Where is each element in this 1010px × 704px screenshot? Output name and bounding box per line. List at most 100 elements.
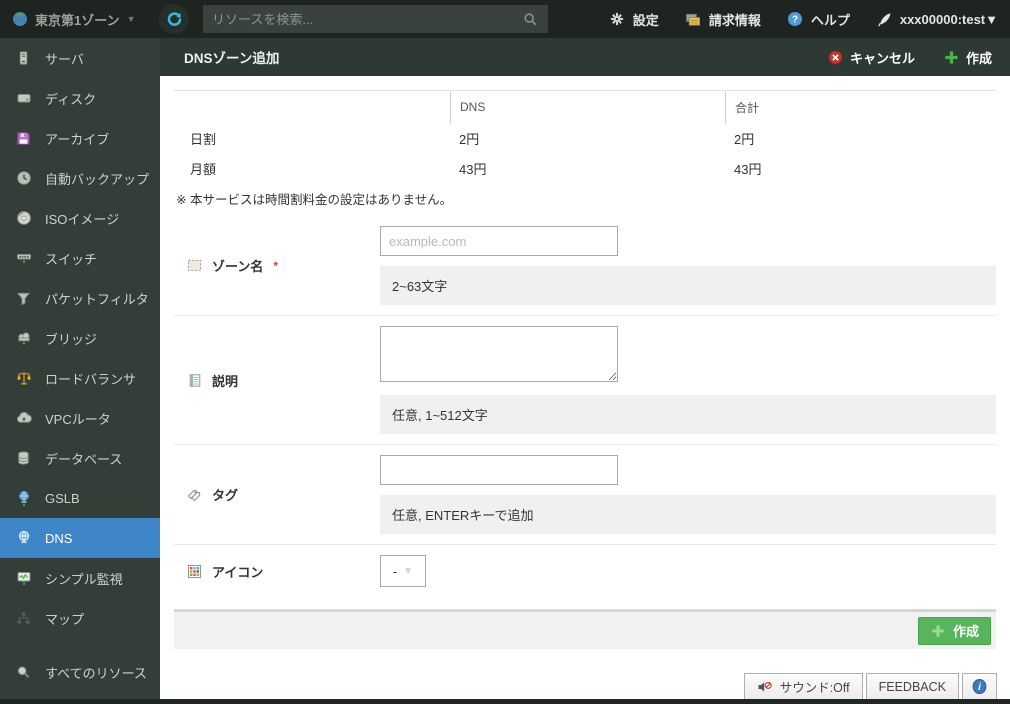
- sidebar-item-packet-filter[interactable]: パケットフィルタ: [0, 278, 160, 318]
- sidebar-item-label: ディスク: [45, 91, 97, 107]
- billing-icon: [685, 11, 702, 28]
- zone-name-label: ゾーン名 *: [174, 226, 380, 305]
- database-icon: [15, 450, 32, 467]
- sidebar-item-label: ISOイメージ: [45, 211, 120, 227]
- create-button-header[interactable]: 作成: [943, 48, 992, 67]
- sidebar-item-label: スイッチ: [45, 251, 98, 267]
- form-row-zone-name: ゾーン名* 2~63文字: [174, 216, 996, 316]
- cancel-button[interactable]: キャンセル: [827, 48, 915, 67]
- sidebar-item-label: すべてのリソース: [45, 665, 147, 681]
- sidebar-item-label: パケットフィルタ: [45, 291, 149, 307]
- icon-select-value: -: [392, 563, 398, 579]
- sound-toggle-button[interactable]: サウンド:Off: [743, 673, 863, 700]
- zone-selector[interactable]: 東京第1ゾーン ▼: [0, 10, 147, 29]
- zone-name-hint: 2~63文字: [380, 266, 996, 305]
- tags-label: タグ: [174, 455, 380, 534]
- sidebar-item-label: マップ: [45, 611, 85, 627]
- help-icon: ?: [787, 11, 804, 28]
- iso-image-icon: [15, 210, 32, 227]
- search-input[interactable]: [212, 11, 522, 27]
- required-asterisk: *: [273, 258, 279, 273]
- create-label: 作成: [952, 624, 979, 639]
- sidebar-item-bridge[interactable]: ブリッジ: [0, 318, 160, 358]
- cancel-label: キャンセル: [849, 50, 915, 66]
- topbar-menu: 設定 請求情報 ? ヘルプ xxx00000:test▼: [583, 10, 1010, 29]
- sound-label: サウンド:Off: [779, 681, 850, 695]
- billing-menu-item[interactable]: 請求情報: [685, 10, 761, 29]
- description-hint: 任意, 1~512文字: [380, 395, 996, 434]
- map-icon: [15, 610, 32, 627]
- auto-backup-icon: [15, 170, 32, 187]
- pricing-col-total: 合計: [725, 91, 996, 123]
- disk-icon: [15, 90, 32, 107]
- help-label: ヘルプ: [810, 12, 850, 28]
- sidebar-item-database[interactable]: データベース: [0, 438, 160, 478]
- info-button[interactable]: i: [962, 673, 997, 700]
- help-menu-item[interactable]: ? ヘルプ: [787, 10, 850, 29]
- chevron-down-icon: ▼: [403, 565, 414, 577]
- sidebar-item-label: アーカイブ: [45, 131, 110, 147]
- cancel-icon: [827, 49, 844, 66]
- sidebar-item-simple-monitor[interactable]: シンプル監視: [0, 558, 160, 598]
- pricing-col-dns: DNS: [450, 91, 725, 123]
- account-menu-item[interactable]: xxx00000:test▼: [876, 11, 998, 28]
- pricing-row-label: 月額: [190, 161, 217, 177]
- refresh-icon: [167, 11, 181, 26]
- form-row-tags: タグ 任意, ENTERキーで追加: [174, 445, 996, 545]
- quill-icon: [876, 11, 893, 28]
- feedback-button[interactable]: FEEDBACK: [865, 673, 959, 700]
- sidebar-item-vpc-router[interactable]: VPCルータ: [0, 398, 160, 438]
- topbar: 東京第1ゾーン ▼ 設定: [0, 0, 1010, 38]
- plus-icon: [930, 622, 947, 639]
- zone-icon: [186, 257, 203, 274]
- chevron-down-icon: ▼: [126, 14, 136, 24]
- sidebar-item-label: DNS: [45, 530, 73, 546]
- pricing-header-row: DNS 合計: [174, 91, 996, 123]
- sidebar-item-archive[interactable]: アーカイブ: [0, 118, 160, 158]
- form-row-description: 説明 任意, 1~512文字: [174, 316, 996, 445]
- switch-icon: [15, 250, 32, 267]
- sidebar-item-label: VPCルータ: [45, 411, 111, 427]
- sidebar-item-switch[interactable]: スイッチ: [0, 238, 160, 278]
- icon-grid-icon: [186, 563, 203, 580]
- pricing-monthly-dns: 43円: [459, 161, 487, 177]
- resource-search: [203, 5, 548, 33]
- sidebar-item-server[interactable]: サーバ: [0, 38, 160, 78]
- vpc-router-icon: [15, 410, 32, 427]
- sidebar-item-load-balancer[interactable]: ロードバランサ: [0, 358, 160, 398]
- page-title: DNSゾーン追加: [184, 51, 280, 66]
- icon-select-dropdown[interactable]: - ▼: [380, 555, 426, 587]
- sidebar-item-all-resources[interactable]: すべてのリソース: [0, 652, 160, 692]
- sidebar-item-dns[interactable]: DNS: [0, 518, 160, 558]
- pricing-row-daily: 日割 2円 2円: [174, 123, 996, 153]
- description-textarea[interactable]: [380, 326, 618, 382]
- sidebar-item-iso-image[interactable]: ISOイメージ: [0, 198, 160, 238]
- pricing-table: DNS 合計 日割 2円 2円 月額 43円 43円: [174, 90, 996, 183]
- tags-input[interactable]: [380, 455, 618, 485]
- pricing-row-label: 日割: [190, 131, 217, 147]
- pricing-daily-dns: 2円: [459, 131, 480, 147]
- refresh-button[interactable]: [159, 4, 189, 34]
- info-icon: i: [971, 678, 988, 695]
- gear-icon: [609, 11, 626, 28]
- sidebar-item-gslb[interactable]: GSLB: [0, 478, 160, 518]
- settings-menu-item[interactable]: 設定: [609, 10, 659, 29]
- description-label: 説明: [174, 326, 380, 434]
- packet-filter-icon: [15, 290, 32, 307]
- sidebar-item-label: GSLB: [45, 490, 80, 506]
- sidebar-item-auto-backup[interactable]: 自動バックアップ: [0, 158, 160, 198]
- sidebar-item-map[interactable]: マップ: [0, 598, 160, 638]
- footer-utility-bar: サウンド:Off FEEDBACK i: [743, 673, 997, 700]
- create-button-bottom[interactable]: 作成: [917, 616, 991, 645]
- sidebar-item-label: 自動バックアップ: [45, 171, 150, 187]
- pricing-note: ※ 本サービスは時間割料金の設定はありません。: [176, 193, 453, 207]
- zone-selector-label: 東京第1ゾーン: [35, 12, 120, 28]
- tags-hint: 任意, ENTERキーで追加: [380, 495, 996, 534]
- sidebar-item-disk[interactable]: ディスク: [0, 78, 160, 118]
- svg-text:?: ?: [792, 15, 798, 26]
- search-icon: [522, 11, 539, 28]
- page-header: DNSゾーン追加 キャンセル 作成: [160, 38, 1010, 76]
- create-label: 作成: [965, 50, 992, 66]
- zone-name-input[interactable]: [380, 226, 618, 256]
- pricing-daily-total: 2円: [734, 131, 755, 147]
